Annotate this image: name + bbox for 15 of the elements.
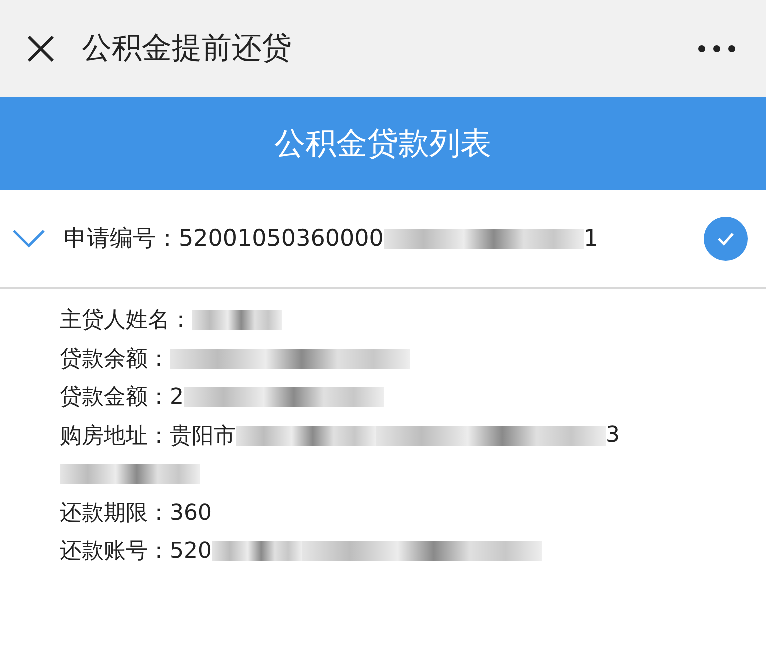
field-text: 贷款余额：	[60, 346, 170, 374]
page-title: 公积金提前还贷	[82, 30, 293, 68]
field-text: 还款账号：520	[60, 538, 212, 566]
more-icon[interactable]	[698, 44, 736, 52]
chevron-icon[interactable]	[12, 228, 46, 248]
field-text: 还款期限：360	[60, 500, 212, 528]
close-icon[interactable]	[26, 34, 56, 64]
field-text: 申请编号：52001050360000	[64, 225, 384, 254]
field-text: 3	[606, 423, 620, 448]
field-text: 1	[584, 226, 599, 252]
field-text: 主贷人姓名：	[60, 307, 192, 336]
check-circle[interactable]	[704, 216, 748, 260]
field-text: 贷款金额：2	[60, 384, 184, 412]
list-title: 公积金贷款列表	[274, 124, 492, 164]
field-text: 购房地址：贵阳市	[60, 422, 236, 451]
